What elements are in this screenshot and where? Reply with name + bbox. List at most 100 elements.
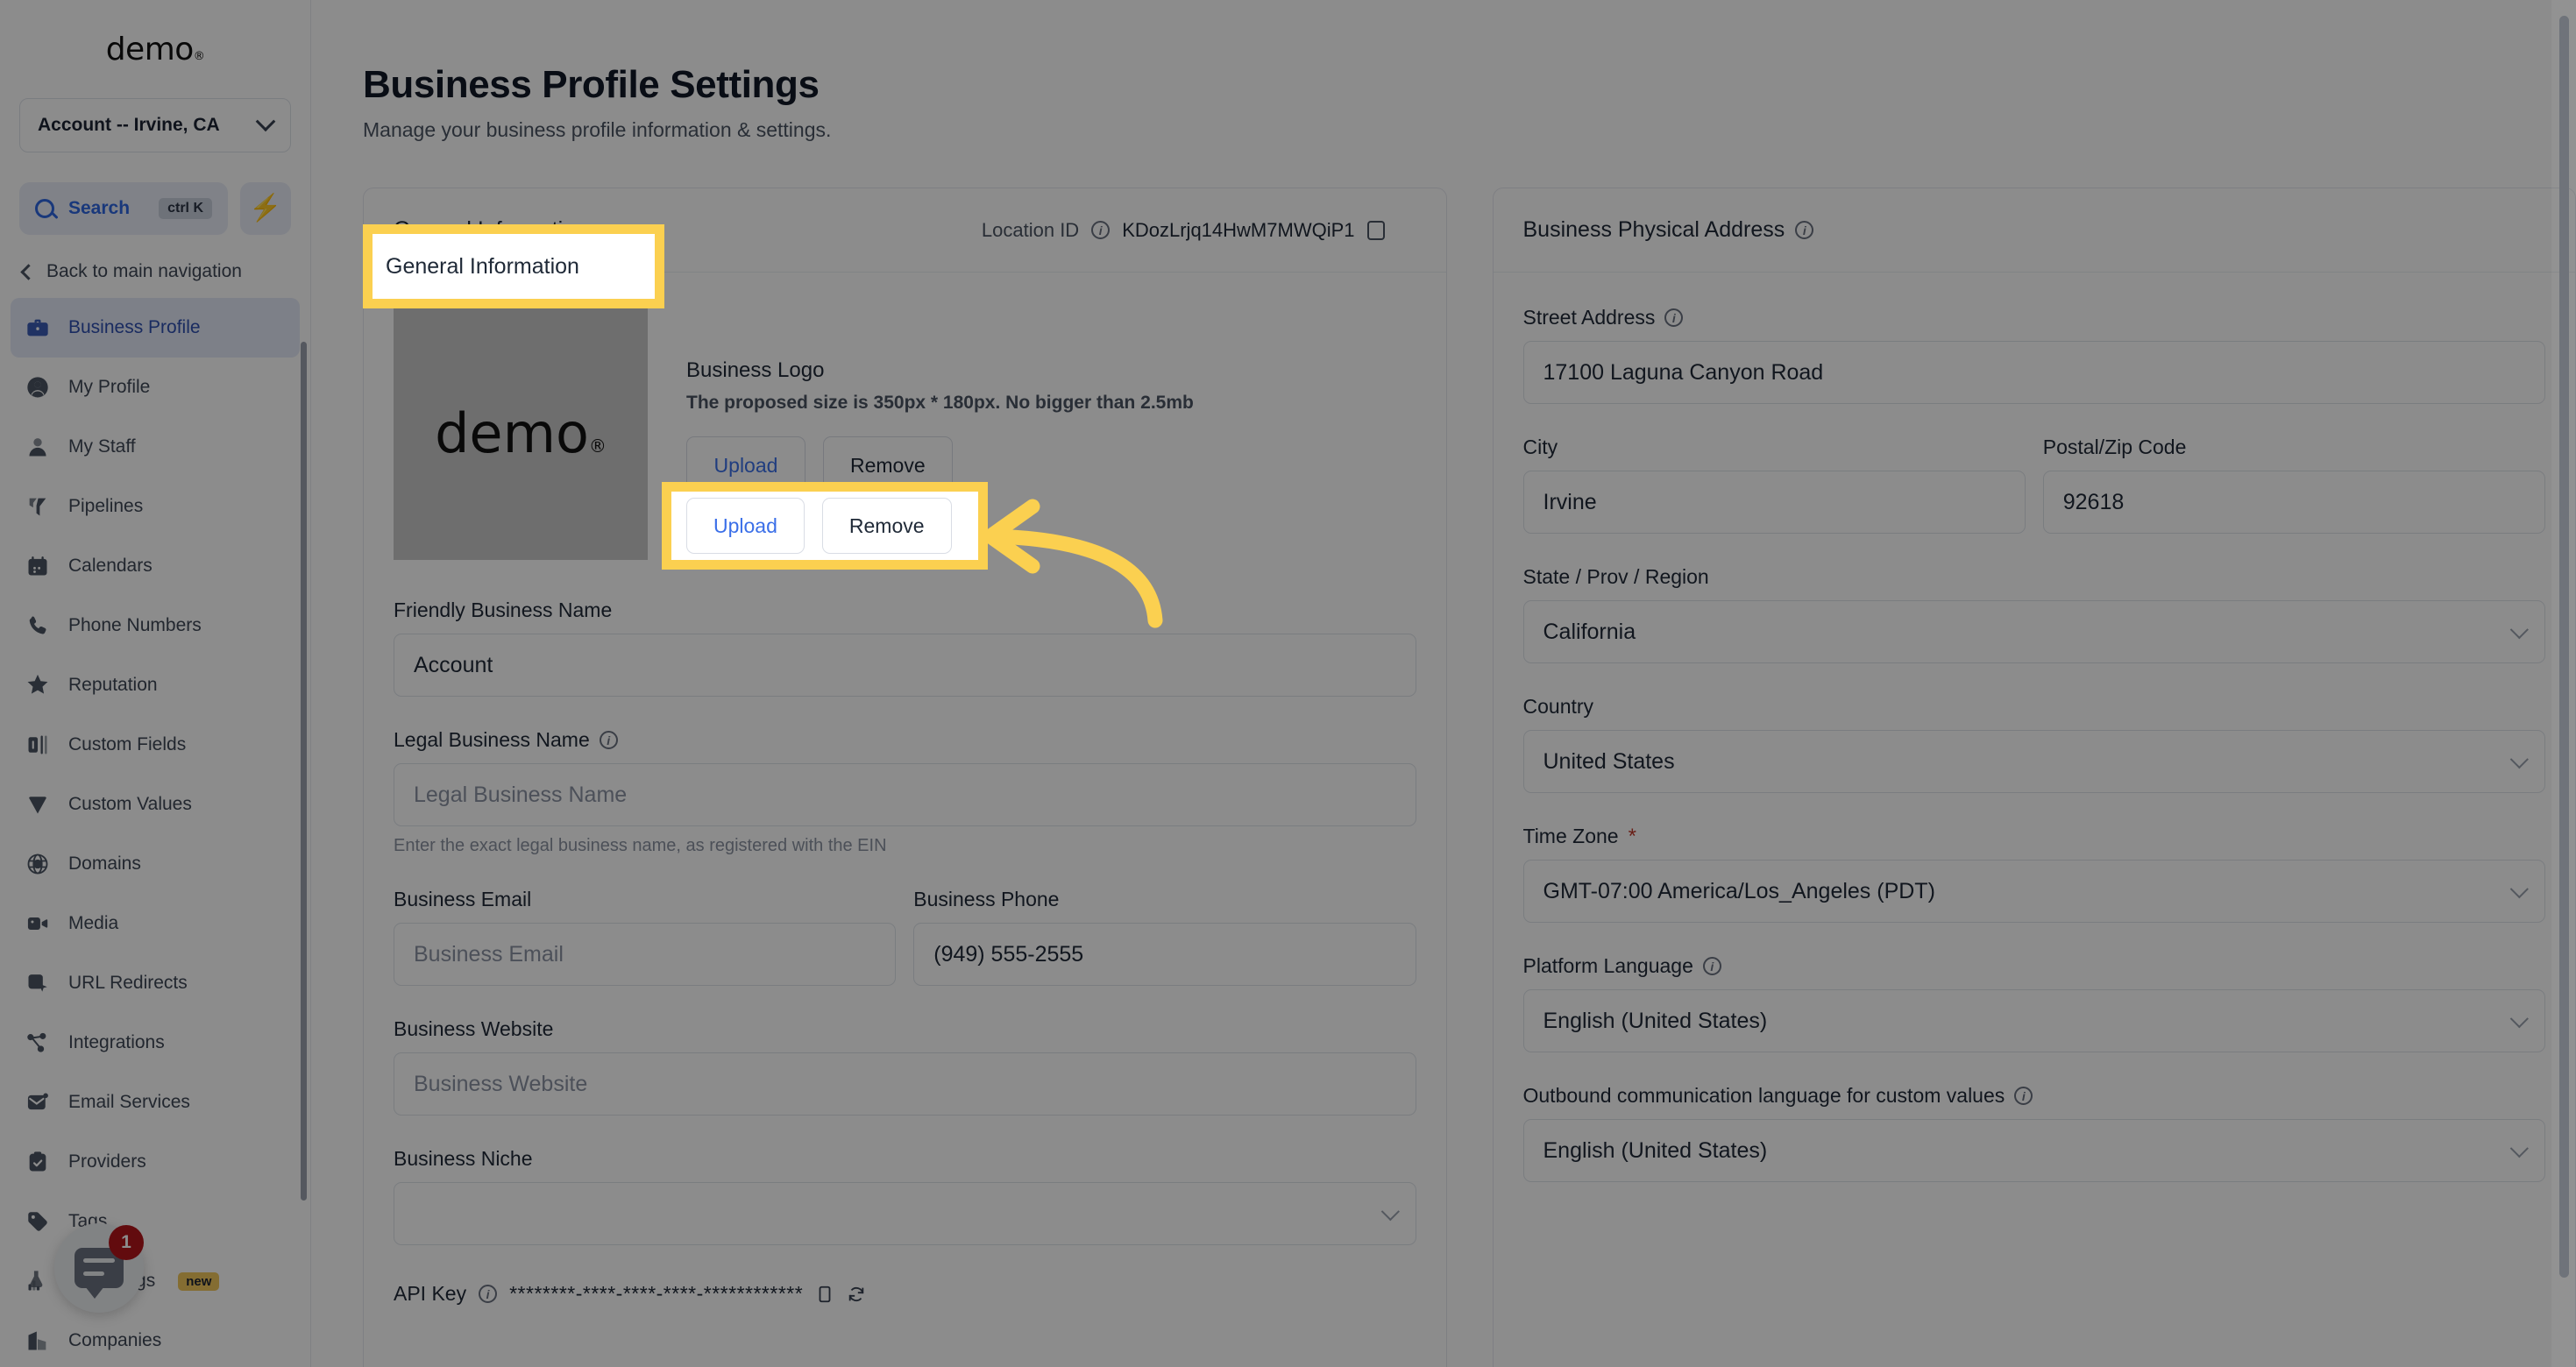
street-address-input[interactable]: 17100 Laguna Canyon Road (1522, 341, 2545, 404)
postal-zip-code-input[interactable]: 92618 (2042, 471, 2545, 534)
curved-arrow-left-icon (983, 499, 1163, 628)
legal-business-name-input[interactable]: Legal Business Name (394, 763, 1416, 826)
user-circle-icon (25, 374, 51, 400)
sidebar-scrollbar[interactable] (301, 342, 307, 1201)
sidebar-item-audit-logs[interactable]: Audit Logsnew (11, 1251, 300, 1311)
sidebar-item-domains[interactable]: Domains (11, 834, 300, 894)
highlight-logo-actions: Upload Remove (662, 482, 988, 570)
info-icon[interactable]: i (1702, 957, 1721, 975)
postal-zip-code-label: Postal/Zip Code (2042, 436, 2187, 458)
friendly-business-name-label: Friendly Business Name (394, 599, 613, 621)
state-prov-region-select[interactable]: California (1522, 600, 2545, 663)
chat-unread-badge: 1 (109, 1225, 144, 1260)
sidebar-item-label: My Profile (68, 377, 151, 397)
share-nodes-icon (25, 1030, 51, 1056)
upload-button-highlighted[interactable]: Upload (686, 498, 805, 554)
sidebar-item-integrations[interactable]: Integrations (11, 1013, 300, 1073)
remove-button-highlighted[interactable]: Remove (821, 498, 952, 554)
flask-chart-icon (25, 1268, 51, 1294)
sidebar-item-companies[interactable]: Companies (11, 1311, 300, 1367)
sidebar-item-custom-values[interactable]: Custom Values (11, 775, 300, 834)
account-selector[interactable]: Account -- Irvine, CA (19, 98, 291, 152)
time-zone-field: Time Zone * GMT-07:00 America/Los_Angele… (1522, 824, 2545, 923)
business-niche-select[interactable] (394, 1182, 1416, 1245)
business-logo-preview: demo® (394, 306, 648, 560)
legal-business-name-label: Legal Business Name (394, 728, 590, 751)
outbound-language-select[interactable]: English (United States) (1522, 1119, 2545, 1182)
info-icon[interactable]: i (479, 1285, 498, 1303)
sidebar-item-label: Companies (68, 1330, 162, 1350)
sidebar-item-label: Phone Numbers (68, 615, 202, 635)
sidebar-item-label: Pipelines (68, 496, 144, 516)
tag-icon (25, 1208, 51, 1235)
business-physical-address-body: Street Address i 17100 Laguna Canyon Roa… (1494, 273, 2576, 1182)
friendly-business-name-input[interactable]: Account (394, 634, 1416, 697)
platform-language-field: Platform Language i English (United Stat… (1522, 954, 2545, 1052)
refresh-icon[interactable] (847, 1284, 866, 1305)
city-zip-row: City Irvine Postal/Zip Code 92618 (1522, 436, 2545, 534)
chat-widget-button[interactable]: 1 (54, 1223, 144, 1313)
page-scrollbar[interactable] (2559, 16, 2569, 1278)
sidebar-item-custom-fields[interactable]: Custom Fields (11, 715, 300, 775)
city-field: City Irvine (1522, 436, 2026, 534)
location-id-value: KDozLrjq14HwM7MWQiP1 (1122, 218, 1355, 241)
info-icon[interactable]: i (599, 731, 618, 749)
sidebar-item-media[interactable]: Media (11, 894, 300, 953)
api-key-label: API Key (394, 1282, 467, 1305)
globe-icon (25, 851, 51, 877)
business-email-input[interactable]: Business Email (394, 923, 897, 986)
general-information-card: General Information Location ID i KDozLr… (363, 188, 1447, 1367)
sidebar-item-label: Media (68, 913, 119, 933)
business-physical-address-title: Business Physical Address (1522, 217, 1785, 242)
sidebar-item-tags[interactable]: Tags (11, 1192, 300, 1251)
sidebar-item-reputation[interactable]: Reputation (11, 655, 300, 715)
business-niche-label: Business Niche (394, 1147, 533, 1170)
sidebar-nav-list: Business Profile My Profile My Staff Pipeli… (0, 298, 310, 1367)
time-zone-select[interactable]: GMT-07:00 America/Los_Angeles (PDT) (1522, 860, 2545, 923)
brand-name: demo (105, 31, 195, 67)
info-icon[interactable]: i (1795, 221, 1814, 239)
sidebar-item-new-badge: new (178, 1271, 220, 1291)
info-icon[interactable]: i (1091, 221, 1111, 239)
account-selector-label: Account -- Irvine, CA (38, 115, 220, 135)
country-select[interactable]: United States (1522, 730, 2545, 793)
info-icon[interactable]: i (2014, 1087, 2033, 1105)
business-email-label: Business Email (394, 888, 532, 910)
platform-language-label: Platform Language (1522, 954, 1693, 977)
business-phone-field: Business Phone (949) 555-2555 (913, 888, 1416, 986)
business-phone-label: Business Phone (913, 888, 1060, 910)
city-label: City (1522, 436, 1558, 458)
copy-icon[interactable] (815, 1284, 834, 1305)
video-camera-icon (25, 910, 51, 937)
copy-icon[interactable] (1363, 216, 1385, 240)
platform-language-select[interactable]: English (United States) (1522, 989, 2545, 1052)
sidebar-item-label: Reputation (68, 675, 158, 695)
required-asterisk: * (1628, 824, 1636, 848)
sidebar-item-business-profile[interactable]: Business Profile (11, 298, 300, 358)
country-field: Country United States (1522, 695, 2545, 793)
page-header: Business Profile Settings Manage your bu… (311, 0, 2576, 142)
sidebar-item-my-staff[interactable]: My Staff (11, 417, 300, 477)
street-address-label: Street Address (1522, 306, 1656, 329)
sidebar-item-pipelines[interactable]: Pipelines (11, 477, 300, 536)
sidebar-item-email-services[interactable]: Email Services (11, 1073, 300, 1132)
sidebar-item-url-redirects[interactable]: URL Redirects (11, 953, 300, 1013)
back-to-main-navigation[interactable]: Back to main navigation (19, 261, 291, 282)
api-key-value: ********-****-****-****-************ (509, 1282, 804, 1305)
sidebar-item-providers[interactable]: Providers (11, 1132, 300, 1192)
sidebar-item-phone-numbers[interactable]: Phone Numbers (11, 596, 300, 655)
brand-trademark: ® (193, 49, 205, 63)
business-website-input[interactable]: Business Website (394, 1052, 1416, 1116)
search-input[interactable]: Search ctrl K (19, 182, 228, 235)
state-prov-region-field: State / Prov / Region California (1522, 565, 2545, 663)
calendar-icon (25, 553, 51, 579)
sidebar-item-calendars[interactable]: Calendars (11, 536, 300, 596)
quick-action-button[interactable]: ⚡ (240, 182, 291, 235)
legal-business-name-field: Legal Business Name i Legal Business Nam… (394, 728, 1416, 856)
sidebar-item-my-profile[interactable]: My Profile (11, 358, 300, 417)
city-input[interactable]: Irvine (1522, 471, 2026, 534)
cards-container: General Information Location ID i KDozLr… (311, 142, 2576, 1367)
business-phone-input[interactable]: (949) 555-2555 (913, 923, 1416, 986)
lightning-bolt-icon: ⚡ (249, 194, 282, 223)
info-icon[interactable]: i (1664, 308, 1684, 327)
